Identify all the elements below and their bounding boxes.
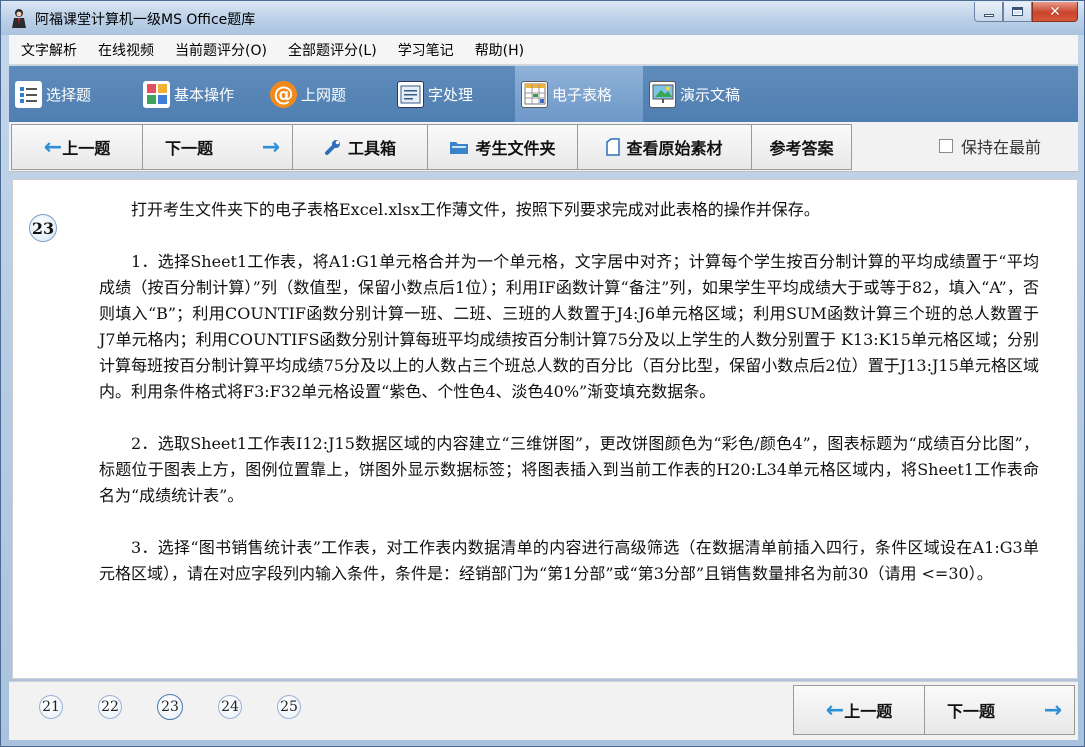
bottom-next-label: 下一题: [947, 702, 996, 721]
toolbox-button[interactable]: 工具箱: [292, 124, 428, 170]
arrow-left-icon: ←: [43, 134, 63, 160]
question-text: 打开考生文件夹下的电子表格Excel.xlsx工作薄文件，按照下列要求完成对此表…: [99, 197, 1039, 613]
question-item-2: 2．选取Sheet1工作表I12:J15数据区域的内容建立“三维饼图”，更改饼图…: [99, 434, 1039, 505]
wrench-icon: [324, 138, 342, 156]
minimize-button[interactable]: [974, 2, 1003, 22]
toolbar: ← 上一题 下一题 → 工具箱 考生文件夹 查看原始素材 参考答案 保持在最前: [9, 122, 1078, 172]
student-folder-label: 考生文件夹: [475, 139, 556, 158]
menu-item-score-current[interactable]: 当前题评分(O): [175, 40, 267, 60]
tab-basic-operations[interactable]: 基本操作: [137, 66, 264, 122]
keep-on-top-label: 保持在最前: [961, 138, 1042, 157]
menu-item-score-all[interactable]: 全部题评分(L): [288, 40, 377, 60]
menu-bar: 文字解析 在线视频 当前题评分(O) 全部题评分(L) 学习笔记 帮助(H): [9, 35, 1078, 65]
next-question-label: 下一题: [165, 139, 214, 158]
window-title: 阿福课堂计算机一级MS Office题库: [35, 12, 256, 28]
tab-label: 选择题: [46, 85, 92, 104]
keep-on-top-toggle[interactable]: 保持在最前: [939, 134, 1041, 158]
page-number-22[interactable]: 22: [98, 695, 122, 719]
bottom-next-question-button[interactable]: 下一题 →: [924, 685, 1075, 735]
question-item-3: 3．选择“图书销售统计表”工作表，对工作表内数据清单的内容进行高级筛选（在数据清…: [99, 538, 1039, 583]
menu-item-online-video[interactable]: 在线视频: [98, 40, 154, 60]
view-material-label: 查看原始素材: [626, 139, 723, 158]
menu-item-help[interactable]: 帮助(H): [475, 40, 524, 60]
page-number-24[interactable]: 24: [218, 695, 242, 719]
prev-question-button[interactable]: ← 上一题: [11, 124, 143, 170]
question-number-badge: 23: [29, 214, 57, 242]
arrow-left-icon: ←: [825, 697, 845, 723]
reference-answer-button[interactable]: 参考答案: [751, 124, 852, 170]
question-pager: 21 22 23 24 25: [39, 694, 336, 720]
presentation-icon: [649, 80, 676, 108]
app-window: 阿福课堂计算机一级MS Office题库 ✕ 文字解析 在线视频 当前题评分(O…: [0, 0, 1085, 747]
arrow-right-icon: →: [1043, 697, 1062, 723]
tab-label: 上网题: [301, 85, 347, 104]
toolbox-label: 工具箱: [347, 139, 396, 158]
tab-internet-questions[interactable]: @ 上网题: [264, 66, 391, 122]
tab-spreadsheet[interactable]: 电子表格: [515, 66, 643, 122]
bottom-bar: 21 22 23 24 25 ← 上一题 下一题 →: [9, 681, 1078, 740]
prev-question-label: 上一题: [62, 139, 111, 158]
title-bar: 阿福课堂计算机一级MS Office题库 ✕: [1, 1, 1084, 35]
question-panel: 23 打开考生文件夹下的电子表格Excel.xlsx工作薄文件，按照下列要求完成…: [12, 179, 1078, 679]
tab-label: 电子表格: [552, 85, 613, 104]
file-icon: [606, 138, 621, 156]
arrow-right-icon: →: [261, 134, 280, 160]
module-bar: 选择题 基本操作 @ 上网题 字处理 电子表格 演示文稿: [9, 66, 1078, 122]
grid-icon: [143, 80, 170, 108]
spreadsheet-icon: [521, 80, 548, 108]
tab-choice-questions[interactable]: 选择题: [9, 66, 137, 122]
tab-label: 演示文稿: [680, 85, 741, 104]
reference-answer-label: 参考答案: [769, 139, 834, 158]
bottom-prev-label: 上一题: [844, 702, 893, 721]
close-icon: ✕: [1049, 3, 1061, 20]
at-icon: @: [270, 80, 297, 108]
maximize-icon: [1012, 7, 1023, 16]
view-material-button[interactable]: 查看原始素材: [577, 124, 752, 170]
page-number-23[interactable]: 23: [157, 694, 183, 720]
list-icon: [15, 80, 42, 108]
question-item-1: 1．选择Sheet1工作表，将A1:G1单元格合并为一个单元格，文字居中对齐；计…: [99, 252, 1039, 401]
window-controls: ✕: [974, 2, 1078, 22]
tab-label: 字处理: [428, 85, 474, 104]
page-number-25[interactable]: 25: [277, 695, 301, 719]
bottom-prev-question-button[interactable]: ← 上一题: [793, 685, 925, 735]
next-question-button[interactable]: 下一题 →: [142, 124, 293, 170]
tab-label: 基本操作: [174, 85, 235, 104]
tab-word-processing[interactable]: 字处理: [391, 66, 515, 122]
folder-icon: [449, 139, 469, 155]
menu-item-text-analysis[interactable]: 文字解析: [21, 40, 77, 60]
close-button[interactable]: ✕: [1032, 2, 1078, 22]
question-intro: 打开考生文件夹下的电子表格Excel.xlsx工作薄文件，按照下列要求完成对此表…: [131, 200, 820, 219]
menu-item-study-notes[interactable]: 学习笔记: [398, 40, 454, 60]
page-number-21[interactable]: 21: [39, 695, 63, 719]
app-logo-icon: [12, 9, 26, 28]
document-icon: [397, 80, 424, 108]
tab-presentation[interactable]: 演示文稿: [643, 66, 773, 122]
minimize-icon: [983, 14, 994, 17]
maximize-button[interactable]: [1003, 2, 1032, 22]
keep-on-top-checkbox[interactable]: [939, 139, 953, 153]
student-folder-button[interactable]: 考生文件夹: [427, 124, 578, 170]
